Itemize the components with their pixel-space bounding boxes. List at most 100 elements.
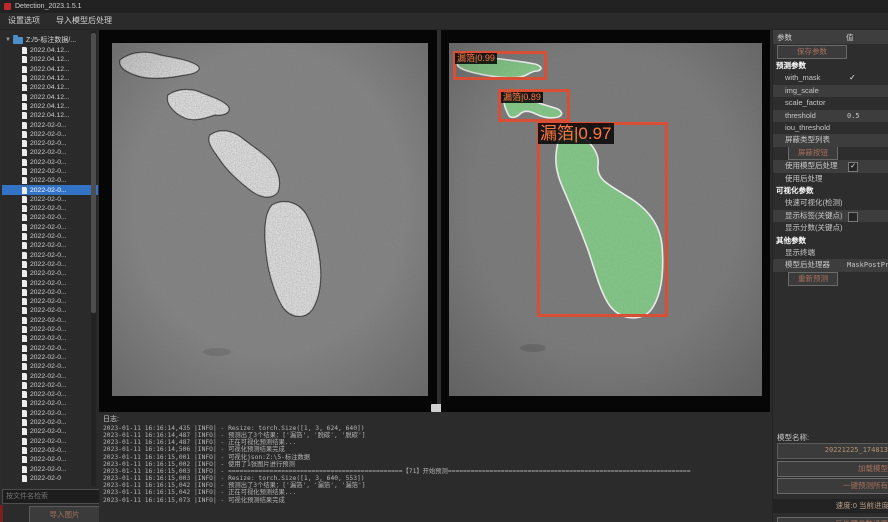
file-name: 2022-02-0... (30, 261, 67, 268)
tree-file-item[interactable]: 2022-02-0... (2, 232, 98, 241)
file-name: 2022-02-0... (30, 177, 67, 184)
tree-file-item[interactable]: 2022-02-0... (2, 316, 98, 325)
param-row[interactable]: 使用后处理 (773, 173, 888, 185)
param-row[interactable]: 屏蔽类型列表 (773, 134, 888, 146)
tree-file-item[interactable]: 2022-02-0... (2, 176, 98, 185)
tree-file-item[interactable]: 2022-02-0... (2, 427, 98, 436)
tree-file-item[interactable]: 2022-02-0... (2, 158, 98, 167)
tree-file-item[interactable]: 2022-02-0... (2, 213, 98, 222)
expand-arrow-icon[interactable]: ▼ (5, 37, 11, 43)
tree-file-item[interactable]: 2022-02-0... (2, 306, 98, 315)
tree-file-item[interactable]: 2022-02-0... (2, 120, 98, 129)
param-row[interactable]: scale_factor (773, 97, 888, 109)
param-row[interactable]: iou_threshold (773, 122, 888, 134)
tree-file-item[interactable]: 2022-02-0... (2, 195, 98, 204)
file-name: 2022-02-0... (30, 317, 67, 324)
folder-icon (13, 37, 23, 44)
tree-file-item[interactable]: 2022-02-0... (2, 362, 98, 371)
tree-file-item[interactable]: 2022-02-0... (2, 464, 98, 473)
param-row[interactable]: threshold0.5 (773, 110, 888, 122)
tree-file-item[interactable]: 2022-02-0... (2, 446, 98, 455)
param-row[interactable]: with_mask✓ (773, 72, 888, 84)
tree-file-item[interactable]: 2022-02-0... (2, 436, 98, 445)
param-action-button[interactable]: 屏蔽按钮 (788, 146, 838, 160)
param-row[interactable]: 快速可视化(检测) (773, 197, 888, 209)
menu-item-2[interactable]: 导入模型后处理 (48, 13, 120, 29)
tree-file-item[interactable]: 2022-02-0... (2, 371, 98, 380)
file-icon (22, 233, 27, 240)
tree-file-item[interactable]: 2022-02-0... (2, 334, 98, 343)
file-name: 2022-02-0 (30, 475, 61, 482)
tree-file-item[interactable]: 2022.04.12... (2, 111, 98, 120)
param-checkbox[interactable] (848, 212, 858, 222)
param-row[interactable]: 显示标签(关键点) (773, 210, 888, 222)
tree-file-item[interactable]: 2022-02-0... (2, 418, 98, 427)
param-row[interactable]: 显示终端 (773, 247, 888, 259)
tree-file-item[interactable]: 2022-02-0... (2, 130, 98, 139)
param-row[interactable]: img_scale (773, 85, 888, 97)
file-icon (22, 47, 27, 54)
file-name: 2022-02-0... (30, 187, 67, 194)
tree-file-item[interactable]: 2022-02-0... (2, 278, 98, 287)
file-tree[interactable]: ▼ Z:/5-标注数据/... 2022.04.12...2022.04.12.… (2, 30, 98, 488)
tree-file-item[interactable]: 2022-02-0... (2, 167, 98, 176)
log-console[interactable]: 日志: 2023-01-11 16:16:14,435 |INFO| - Res… (99, 412, 770, 522)
tree-file-item[interactable]: 2022-02-0... (2, 223, 98, 232)
tree-file-item[interactable]: 2022.04.12... (2, 102, 98, 111)
tree-scrollbar[interactable] (91, 31, 96, 486)
file-icon (22, 261, 27, 268)
tree-file-item[interactable]: 2022.04.12... (2, 74, 98, 83)
tree-file-item[interactable]: 2022-02-0... (2, 260, 98, 269)
tree-file-item[interactable]: 2022-02-0... (2, 204, 98, 213)
tree-file-item[interactable]: 2022-02-0... (2, 148, 98, 157)
tree-file-item[interactable]: 2022-02-0... (2, 381, 98, 390)
import-images-button[interactable]: 导入图片 (29, 506, 100, 522)
tree-scrollbar-thumb[interactable] (91, 33, 96, 313)
menu-item-1[interactable]: 设置选项 (0, 13, 48, 29)
load-model-button[interactable]: 加载模型 (777, 461, 888, 477)
param-row[interactable]: 显示分数(关键点) (773, 222, 888, 234)
tree-file-item[interactable]: 2022.04.12... (2, 83, 98, 92)
tree-file-item[interactable]: 2022.04.12... (2, 65, 98, 74)
tree-file-item[interactable]: 2022-02-0... (2, 344, 98, 353)
param-row[interactable]: 使用模型后处理✓ (773, 160, 888, 172)
tree-file-item[interactable]: 2022-02-0... (2, 409, 98, 418)
file-icon (22, 56, 27, 63)
tree-file-item[interactable]: 2022-02-0... (2, 269, 98, 278)
tree-file-item[interactable]: 2022-02-0... (2, 399, 98, 408)
tree-file-item[interactable]: 2022-02-0... (2, 353, 98, 362)
tree-file-item[interactable]: 2022-02-0... (2, 185, 98, 194)
param-row[interactable]: 模型后处理器MaskPostPro (773, 259, 888, 271)
tree-file-item[interactable]: 2022-02-0... (2, 251, 98, 260)
tree-file-item[interactable]: 2022-02-0... (2, 241, 98, 250)
filename-search-input[interactable] (2, 489, 104, 504)
model-name-field[interactable]: 20221225_174813 (777, 443, 888, 459)
file-icon (22, 307, 27, 314)
params-table-header: 参数 值 (773, 30, 888, 44)
original-image-viewer[interactable] (99, 30, 437, 412)
file-name: 2022-02-0... (30, 280, 67, 287)
param-checkbox[interactable]: ✓ (848, 162, 858, 172)
save-params-button[interactable]: 保存参数 (777, 45, 847, 59)
predict-all-button[interactable]: 一键预测所有 (777, 478, 888, 494)
file-name: 2022-02-0... (30, 205, 67, 212)
tree-file-item[interactable]: 2022-02-0... (2, 325, 98, 334)
file-icon (22, 131, 27, 138)
tree-file-item[interactable]: 2022-02-0 (2, 474, 98, 483)
tree-file-item[interactable]: 2022.04.12... (2, 46, 98, 55)
file-icon (22, 391, 27, 398)
postprocess-settings-button[interactable]: 后处理参数设置 (777, 517, 888, 522)
tree-file-item[interactable]: 2022-02-0... (2, 455, 98, 464)
prediction-image-viewer[interactable]: 漏箔|0.99漏箔|0.89漏箔|0.97 (441, 30, 770, 412)
tree-file-item[interactable]: 2022-02-0... (2, 390, 98, 399)
param-name: iou_threshold (785, 123, 830, 132)
tree-file-item[interactable]: 2022-02-0... (2, 288, 98, 297)
tree-file-item[interactable]: 2022.04.12... (2, 92, 98, 101)
param-value: 0.5 (847, 110, 860, 122)
param-action-button[interactable]: 重新预测 (788, 272, 838, 286)
tree-file-item[interactable]: 2022-02-0... (2, 297, 98, 306)
tree-file-item[interactable]: 2022.04.12... (2, 55, 98, 64)
file-name: 2022-02-0... (30, 122, 67, 129)
tree-root-folder[interactable]: ▼ Z:/5-标注数据/... (2, 34, 98, 46)
tree-file-item[interactable]: 2022-02-0... (2, 139, 98, 148)
